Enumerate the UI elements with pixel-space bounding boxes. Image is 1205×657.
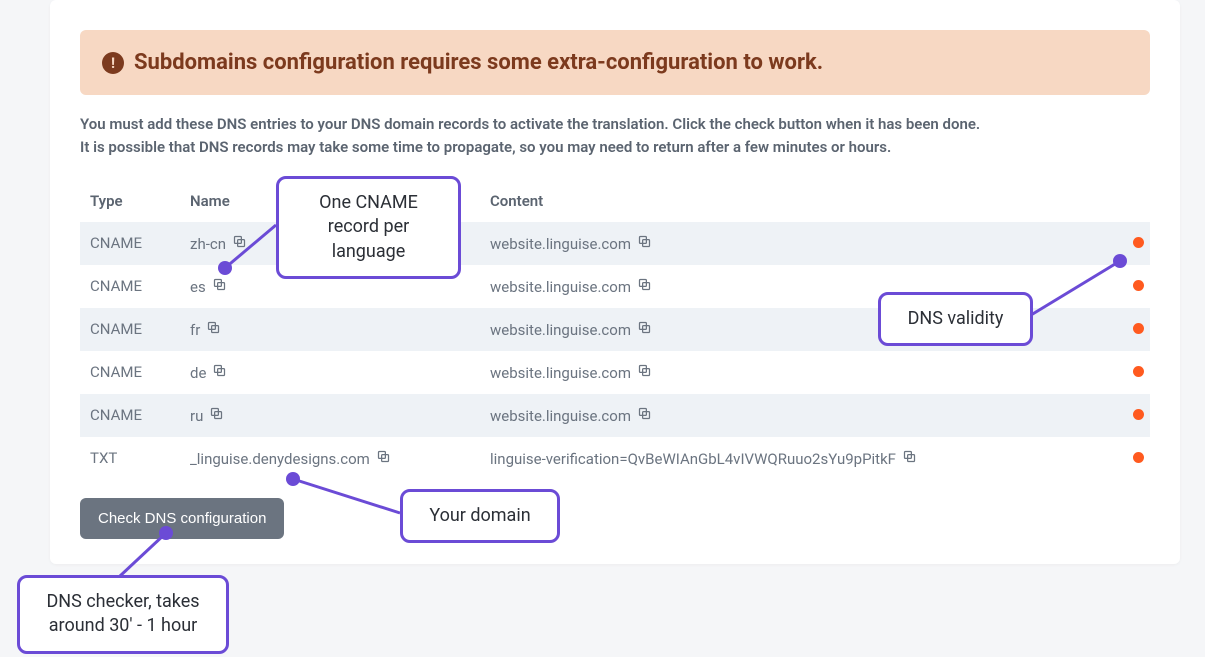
table-row: CNAME de website.linguise.com [80,351,1150,394]
cell-type: CNAME [80,394,180,437]
annotation-your-domain: Your domain [400,489,560,543]
copy-icon[interactable] [637,320,652,335]
copy-icon[interactable] [206,320,221,335]
annotation-anchor-icon [218,261,232,275]
annotation-cname-per-language: One CNAME record per language [276,176,461,279]
cell-name: ru [180,394,480,437]
record-content-text: website.linguise.com [490,321,631,339]
cell-content: linguise-verification=QvBeWIAnGbL4vIVWQR… [480,437,1100,480]
col-header-type: Type [80,180,180,222]
copy-icon[interactable] [637,406,652,421]
warning-banner: ! Subdomains configuration requires some… [80,30,1150,95]
instructions-line: It is possible that DNS records may take… [80,136,1150,159]
status-dot-icon [1133,452,1144,463]
cell-status [1100,351,1150,394]
status-dot-icon [1133,366,1144,377]
status-dot-icon [1133,280,1144,291]
copy-icon[interactable] [212,277,227,292]
copy-icon[interactable] [209,406,224,421]
record-name-text: es [190,278,206,296]
copy-icon[interactable] [902,449,917,464]
cell-name: de [180,351,480,394]
record-name-text: de [190,364,206,382]
record-content-text: website.linguise.com [490,407,631,425]
copy-icon[interactable] [212,363,227,378]
cell-type: CNAME [80,222,180,265]
copy-icon[interactable] [637,277,652,292]
record-name-text: zh-cn [190,235,226,253]
status-dot-icon [1133,323,1144,334]
cell-type: CNAME [80,351,180,394]
exclamation-icon: ! [102,52,124,74]
annotation-dns-checker: DNS checker, takes around 30' - 1 hour [17,575,229,654]
warning-text: Subdomains configuration requires some e… [134,50,823,75]
col-header-status [1100,180,1150,222]
status-dot-icon [1133,409,1144,420]
cell-type: TXT [80,437,180,480]
instructions-line: You must add these DNS entries to your D… [80,113,1150,136]
record-content-text: linguise-verification=QvBeWIAnGbL4vIVWQR… [490,450,896,468]
cell-status [1100,437,1150,480]
cell-status [1100,394,1150,437]
copy-icon[interactable] [376,449,391,464]
record-name-text: _linguise.denydesigns.com [190,450,370,468]
annotation-dns-validity: DNS validity [878,292,1033,346]
record-content-text: website.linguise.com [490,235,631,253]
table-row: TXT _linguise.denydesigns.com linguise-ver… [80,437,1150,480]
cell-status [1100,308,1150,351]
instructions-text: You must add these DNS entries to your D… [80,113,1150,160]
check-dns-button[interactable]: Check DNS configuration [80,498,284,539]
record-content-text: website.linguise.com [490,278,631,296]
cell-name: fr [180,308,480,351]
dns-config-panel: ! Subdomains configuration requires some… [50,0,1180,564]
cell-name: _linguise.denydesigns.com [180,437,480,480]
cell-type: CNAME [80,265,180,308]
cell-content: website.linguise.com [480,222,1100,265]
copy-icon[interactable] [637,234,652,249]
cell-content: website.linguise.com [480,394,1100,437]
copy-icon[interactable] [232,234,247,249]
annotation-anchor-icon [286,472,300,486]
cell-status [1100,265,1150,308]
col-header-content: Content [480,180,1100,222]
annotation-anchor-icon [1113,254,1127,268]
copy-icon[interactable] [637,363,652,378]
record-name-text: ru [190,407,203,425]
cell-type: CNAME [80,308,180,351]
table-row: CNAME ru website.linguise.com [80,394,1150,437]
record-content-text: website.linguise.com [490,364,631,382]
annotation-anchor-icon [159,526,173,540]
status-dot-icon [1133,237,1144,248]
table-row: CNAME zh-cn website.linguise.com [80,222,1150,265]
cell-content: website.linguise.com [480,351,1100,394]
record-name-text: fr [190,321,200,339]
